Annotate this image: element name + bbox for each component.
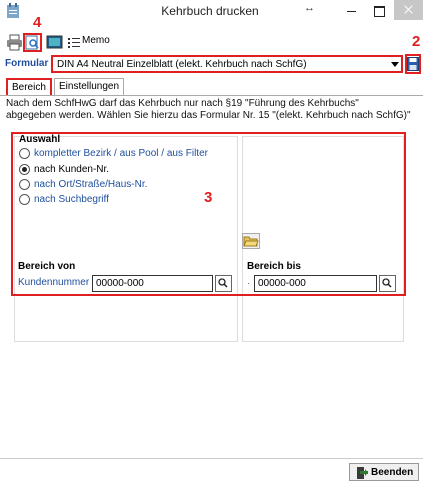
save-button[interactable]: [405, 54, 421, 74]
screen-icon[interactable]: [46, 34, 63, 51]
app-icon: [6, 3, 20, 19]
chevron-down-icon[interactable]: [391, 62, 399, 67]
floppy-disk-icon: [407, 57, 419, 71]
minimize-button[interactable]: [340, 1, 364, 19]
end-button[interactable]: Beenden: [349, 463, 419, 481]
callout-4: 4: [33, 14, 42, 31]
formular-select[interactable]: DIN A4 Neutral Einzelblatt (elekt. Kehrb…: [51, 55, 403, 73]
memo-button[interactable]: Memo: [82, 35, 122, 52]
resize-arrows-icon[interactable]: ↔: [304, 2, 315, 14]
formular-label: Formular: [5, 58, 49, 69]
maximize-button[interactable]: [367, 1, 391, 19]
formular-row: Formular DIN A4 Neutral Einzelblatt (ele…: [0, 54, 423, 76]
list-icon[interactable]: [67, 34, 81, 51]
formular-value: DIN A4 Neutral Einzelblatt (elekt. Kehrb…: [57, 59, 307, 70]
close-button[interactable]: [394, 0, 423, 20]
notice-line-2: abgegeben werden. Wählen Sie hierzu das …: [6, 110, 411, 121]
bottom-divider: [0, 458, 423, 459]
tab-strip: Bereich Einstellungen: [0, 78, 423, 96]
toolbar: Memo: [0, 22, 423, 54]
title-bar: Kehrbuch drucken ↔: [0, 0, 423, 22]
tab-divider: [0, 95, 423, 96]
preview-icon[interactable]: [23, 33, 42, 52]
info-notice: Nach dem SchfHwG darf das Kehrbuch nur n…: [6, 98, 418, 122]
exit-icon: [357, 467, 368, 479]
printer-icon[interactable]: [6, 34, 23, 51]
tab-bereich[interactable]: Bereich: [6, 78, 52, 96]
window-title: Kehrbuch drucken: [161, 4, 259, 18]
callout-2: 2: [412, 33, 421, 50]
end-button-label: Beenden: [371, 467, 414, 478]
tab-einstellungen[interactable]: Einstellungen: [54, 78, 125, 95]
highlight-frame-3: [11, 132, 406, 296]
notice-line-1: Nach dem SchfHwG darf das Kehrbuch nur n…: [6, 98, 359, 109]
